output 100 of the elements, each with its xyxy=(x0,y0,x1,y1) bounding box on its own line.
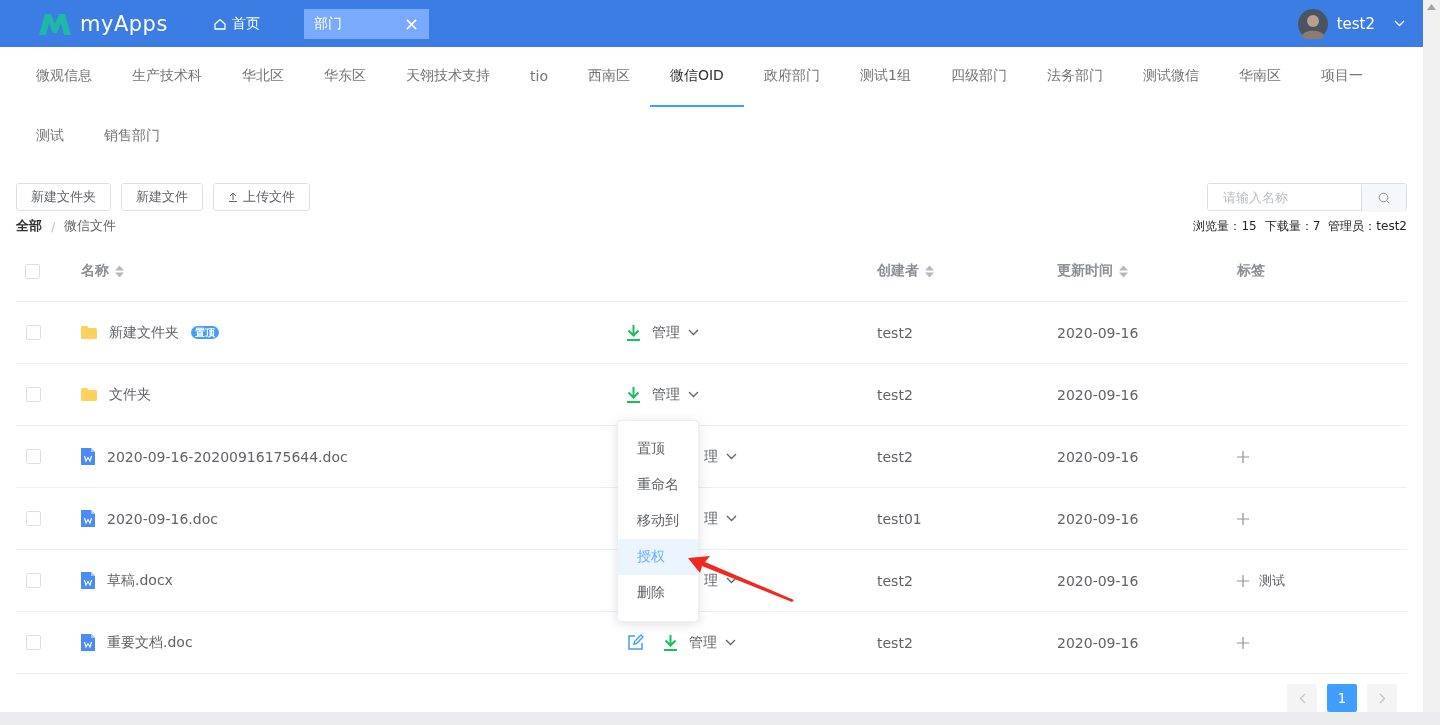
logo-text: myApps xyxy=(80,11,168,36)
checkbox[interactable] xyxy=(26,387,41,402)
word-file-icon xyxy=(81,448,95,465)
table-cell: test2 xyxy=(877,634,913,651)
checkbox[interactable] xyxy=(26,511,41,526)
chevron-left-icon xyxy=(1298,692,1306,704)
column-header[interactable]: 创建者 xyxy=(877,262,934,280)
edit-icon[interactable] xyxy=(627,634,644,651)
toolbar-button[interactable]: 上传文件 xyxy=(213,183,310,211)
chevron-down-icon xyxy=(688,391,699,398)
department-tab[interactable]: 华北区 xyxy=(222,47,304,107)
manage-dropdown[interactable]: 管理 xyxy=(652,323,680,342)
breadcrumb-link[interactable]: 微信文件 xyxy=(64,217,117,235)
folder-icon xyxy=(81,388,97,401)
department-tab[interactable]: 微观信息 xyxy=(16,47,112,107)
avatar[interactable] xyxy=(1297,8,1328,39)
upload-icon xyxy=(228,192,238,202)
table-cell: 2020-09-16 xyxy=(1057,324,1139,341)
column-header[interactable]: 更新时间 xyxy=(1057,262,1128,280)
toolbar-button[interactable]: 新建文件 xyxy=(121,183,203,211)
table-cell: test01 xyxy=(877,510,922,527)
chevron-down-icon xyxy=(1394,20,1405,27)
word-file-icon xyxy=(81,572,95,589)
manage-dropdown[interactable]: 理 xyxy=(704,571,718,590)
department-tab[interactable]: 天翎技术支持 xyxy=(386,47,510,107)
checkbox[interactable] xyxy=(26,325,41,340)
file-name[interactable]: 重要文档.doc xyxy=(107,633,193,652)
download-icon[interactable] xyxy=(627,324,640,341)
column-header[interactable]: 名称 xyxy=(81,262,124,280)
file-name[interactable]: 2020-09-16.doc xyxy=(107,510,218,527)
department-tab[interactable]: 华东区 xyxy=(304,47,386,107)
stat-text: 浏览量：15 xyxy=(1193,217,1257,235)
table-cell: test2 xyxy=(877,324,913,341)
department-tab[interactable]: 华南区 xyxy=(1218,47,1301,107)
file-name[interactable]: 文件夹 xyxy=(109,385,151,404)
home-icon xyxy=(214,17,226,30)
stat-text: 下载量：7 xyxy=(1264,217,1321,235)
table-row[interactable]: 新建文件夹 置顶 管理 test2 2020-09-16 xyxy=(16,302,1407,364)
checkbox[interactable] xyxy=(26,449,41,464)
file-name[interactable]: 2020-09-16-20200916175644.doc xyxy=(107,448,348,465)
department-tab[interactable]: 西南区 xyxy=(567,47,650,107)
scroll-up-icon[interactable] xyxy=(1427,4,1436,10)
column-header: 标签 xyxy=(1237,262,1265,280)
chevron-right-icon xyxy=(1378,692,1386,704)
chevron-down-icon xyxy=(726,515,737,522)
sort-icon[interactable] xyxy=(925,264,934,278)
add-tag-icon[interactable] xyxy=(1237,512,1249,525)
file-name[interactable]: 草稿.docx xyxy=(107,571,173,590)
checkbox[interactable] xyxy=(25,263,40,279)
search-field[interactable]: 请输入名称 xyxy=(1207,183,1407,211)
menu-item[interactable]: 删除 xyxy=(618,575,698,611)
sort-icon[interactable] xyxy=(115,264,124,278)
add-tag-icon[interactable] xyxy=(1237,636,1249,649)
table-cell: 2020-09-16 xyxy=(1057,634,1139,651)
folder-icon xyxy=(81,326,97,339)
table-cell: test2 xyxy=(877,448,913,465)
menu-item[interactable]: 移动到 xyxy=(618,503,698,539)
department-tab[interactable]: 四级部门 xyxy=(930,47,1027,107)
department-tab[interactable]: 项目一 xyxy=(1300,47,1383,107)
department-tab[interactable]: 测试 xyxy=(16,107,84,167)
table-cell: 2020-09-16 xyxy=(1057,510,1139,527)
user-name[interactable]: test2 xyxy=(1336,14,1375,33)
add-tag-icon[interactable] xyxy=(1237,450,1249,463)
search-icon xyxy=(1378,192,1390,204)
download-icon[interactable] xyxy=(627,386,640,403)
add-tag-icon[interactable] xyxy=(1237,574,1249,587)
department-tab[interactable]: 测试1组 xyxy=(839,47,931,107)
department-tab[interactable]: 政府部门 xyxy=(743,47,840,107)
manage-dropdown[interactable]: 理 xyxy=(704,447,718,466)
menu-item[interactable]: 置顶 xyxy=(618,431,698,467)
table-cell: test2 xyxy=(877,386,913,403)
table-cell: 2020-09-16 xyxy=(1057,572,1139,589)
department-tab[interactable]: 法务部门 xyxy=(1026,47,1123,107)
checkbox[interactable] xyxy=(26,635,41,650)
manage-dropdown[interactable]: 管理 xyxy=(689,633,717,652)
department-tab[interactable]: 测试微信 xyxy=(1122,47,1219,107)
table-cell: test2 xyxy=(877,572,913,589)
nav-tab[interactable]: 首页 xyxy=(212,8,262,39)
department-tab[interactable]: tio xyxy=(510,47,568,107)
table-cell: 2020-09-16 xyxy=(1057,386,1139,403)
department-tab[interactable]: 销售部门 xyxy=(84,107,180,167)
word-file-icon xyxy=(81,510,95,527)
logo-icon xyxy=(38,11,72,36)
breadcrumb-link[interactable]: 全部 xyxy=(16,217,42,235)
download-icon[interactable] xyxy=(664,634,677,651)
search-button[interactable] xyxy=(1362,184,1406,212)
table-cell: 2020-09-16 xyxy=(1057,448,1139,465)
tag-label: 测试 xyxy=(1259,571,1285,590)
department-tab[interactable]: 生产技术科 xyxy=(112,47,222,107)
chevron-down-icon xyxy=(725,639,736,646)
sort-icon[interactable] xyxy=(1119,264,1128,278)
file-name[interactable]: 新建文件夹 xyxy=(109,323,179,342)
department-tab[interactable]: 微信OID xyxy=(649,47,744,107)
manage-dropdown[interactable]: 理 xyxy=(704,509,718,528)
checkbox[interactable] xyxy=(26,573,41,588)
toolbar-button[interactable]: 新建文件夹 xyxy=(16,183,111,211)
breadcrumb-separator: / xyxy=(51,218,56,234)
manage-dropdown[interactable]: 管理 xyxy=(652,385,680,404)
word-file-icon xyxy=(81,634,95,651)
pinned-badge: 置顶 xyxy=(191,326,219,339)
